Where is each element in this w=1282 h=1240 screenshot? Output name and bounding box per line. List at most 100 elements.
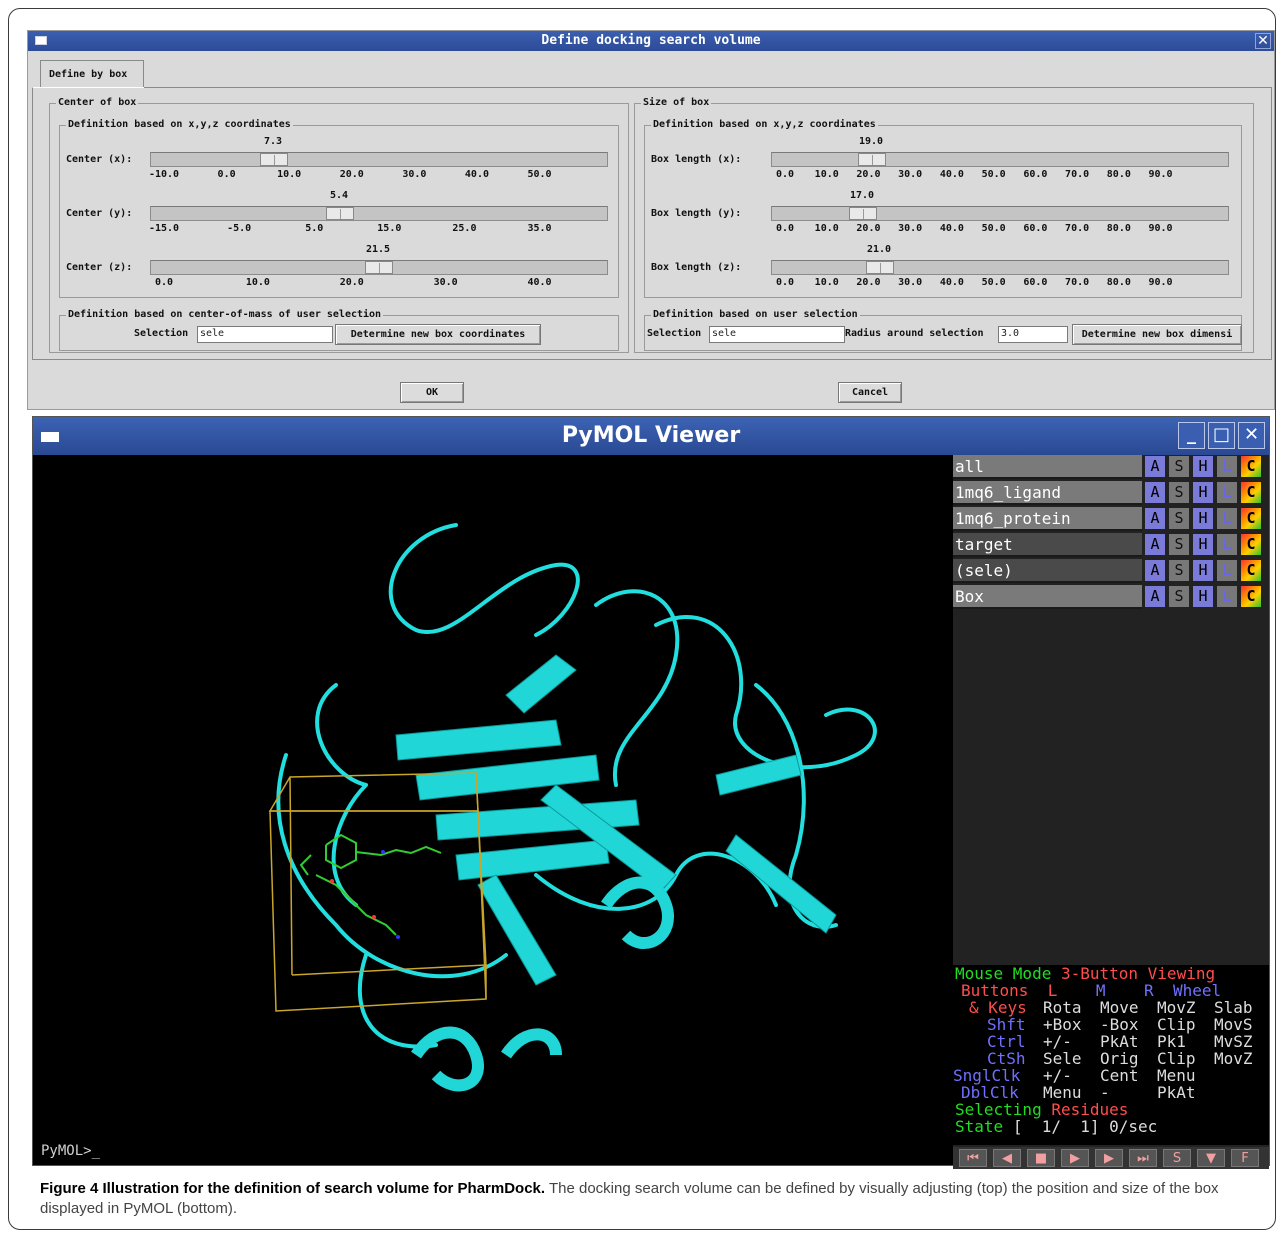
- slider-tick-label: 20.0: [339, 169, 364, 180]
- end-icon[interactable]: ⏭: [1129, 1149, 1157, 1167]
- action-button[interactable]: A: [1145, 482, 1165, 503]
- slider-thumb[interactable]: [866, 261, 894, 274]
- slider-tick-label: 10.0: [277, 169, 302, 180]
- slider-tick-label: 60.0: [1023, 169, 1048, 180]
- slider-tick-label: 10.0: [814, 277, 839, 288]
- show-button[interactable]: S: [1169, 482, 1189, 503]
- slider-trough[interactable]: [150, 260, 608, 275]
- dialog-titlebar[interactable]: Define docking search volume ✕: [28, 31, 1274, 51]
- slider-tick-label: 70.0: [1065, 223, 1090, 234]
- mouse-key-label: & Keys: [969, 998, 1027, 1017]
- object-row[interactable]: target A S H L C: [953, 533, 1269, 557]
- object-name[interactable]: 1mq6_protein: [953, 507, 1142, 531]
- maximize-icon[interactable]: □: [1208, 422, 1235, 449]
- action-button[interactable]: A: [1145, 508, 1165, 529]
- action-button[interactable]: A: [1145, 586, 1165, 607]
- molecular-viewport[interactable]: PyMOL>_: [36, 455, 953, 1165]
- color-button[interactable]: C: [1241, 456, 1261, 477]
- label-button[interactable]: L: [1217, 586, 1237, 607]
- menu-down-icon[interactable]: ▼: [1197, 1149, 1225, 1167]
- show-button[interactable]: S: [1169, 534, 1189, 555]
- label-button[interactable]: L: [1217, 534, 1237, 555]
- fullscreen-button[interactable]: F: [1231, 1149, 1259, 1167]
- slider-label: Center (z):: [66, 262, 133, 273]
- mouse-binding: -Box: [1100, 1015, 1139, 1034]
- stop-icon[interactable]: ■: [1027, 1149, 1055, 1167]
- object-row[interactable]: 1mq6_protein A S H L C: [953, 507, 1269, 531]
- show-button[interactable]: S: [1169, 508, 1189, 529]
- show-button[interactable]: S: [1169, 560, 1189, 581]
- slider-tick-label: 90.0: [1148, 169, 1173, 180]
- object-name[interactable]: target: [953, 533, 1142, 557]
- radius-input[interactable]: 3.0: [998, 326, 1068, 343]
- color-button[interactable]: C: [1241, 534, 1261, 555]
- show-button[interactable]: S: [1169, 586, 1189, 607]
- object-name[interactable]: Box: [953, 585, 1142, 609]
- mouse-binding: Pk1: [1157, 1032, 1186, 1051]
- slider-trough[interactable]: [150, 152, 608, 167]
- slider-thumb[interactable]: [260, 153, 288, 166]
- tab-define-by-box[interactable]: Define by box: [40, 60, 144, 87]
- action-button[interactable]: A: [1145, 560, 1165, 581]
- slider-thumb[interactable]: [849, 207, 877, 220]
- close-icon[interactable]: ✕: [1255, 33, 1271, 49]
- color-button[interactable]: C: [1241, 560, 1261, 581]
- cancel-button[interactable]: Cancel: [838, 382, 902, 403]
- protein-cartoon: [268, 523, 877, 1092]
- ok-button[interactable]: OK: [400, 382, 464, 403]
- play-icon[interactable]: ▶: [1061, 1149, 1089, 1167]
- hide-button[interactable]: H: [1193, 456, 1213, 477]
- center-selection-input[interactable]: sele: [197, 326, 333, 343]
- action-button[interactable]: A: [1145, 456, 1165, 477]
- slider-trough[interactable]: [771, 152, 1229, 167]
- label-button[interactable]: L: [1217, 508, 1237, 529]
- slider-thumb[interactable]: [365, 261, 393, 274]
- playback-bar: ⏮ ◀ ■ ▶ ▶ ⏭ S ▼ F: [953, 1147, 1269, 1169]
- hide-button[interactable]: H: [1193, 586, 1213, 607]
- slider-trough[interactable]: [771, 260, 1229, 275]
- object-row[interactable]: all A S H L C: [953, 455, 1269, 479]
- hide-button[interactable]: H: [1193, 560, 1213, 581]
- mouse-binding: MvSZ: [1214, 1032, 1253, 1051]
- close-icon[interactable]: ✕: [1238, 422, 1265, 449]
- slider-tick-label: 0.0: [775, 223, 795, 234]
- slider-thumb[interactable]: [326, 207, 354, 220]
- color-button[interactable]: C: [1241, 482, 1261, 503]
- hide-button[interactable]: H: [1193, 508, 1213, 529]
- hide-button[interactable]: H: [1193, 482, 1213, 503]
- determine-box-dimensions-button[interactable]: Determine new box dimensi: [1072, 324, 1242, 345]
- scene-button[interactable]: S: [1163, 1149, 1191, 1167]
- label-button[interactable]: L: [1217, 560, 1237, 581]
- size-selection-label: Selection: [647, 328, 702, 339]
- slider-trough[interactable]: [771, 206, 1229, 221]
- object-name[interactable]: all: [953, 455, 1142, 479]
- forward-icon[interactable]: ▶: [1095, 1149, 1123, 1167]
- rewind-icon[interactable]: ⏮: [959, 1149, 987, 1167]
- label-button[interactable]: L: [1217, 482, 1237, 503]
- size-selection-input[interactable]: sele: [709, 326, 845, 343]
- color-button[interactable]: C: [1241, 508, 1261, 529]
- hide-button[interactable]: H: [1193, 534, 1213, 555]
- show-button[interactable]: S: [1169, 456, 1189, 477]
- label-button[interactable]: L: [1217, 456, 1237, 477]
- slider-trough[interactable]: [150, 206, 608, 221]
- mouse-binding: Sele: [1043, 1049, 1082, 1068]
- minimize-icon[interactable]: _: [1178, 422, 1205, 449]
- command-prompt[interactable]: PyMOL>_: [41, 1143, 100, 1159]
- determine-box-coordinates-button[interactable]: Determine new box coordinates: [335, 324, 541, 345]
- action-button[interactable]: A: [1145, 534, 1165, 555]
- object-name[interactable]: (sele): [953, 559, 1142, 583]
- object-row[interactable]: Box A S H L C: [953, 585, 1269, 609]
- center-coords-legend: Definition based on x,y,z coordinates: [66, 119, 293, 131]
- slider-tick-label: 60.0: [1023, 223, 1048, 234]
- object-row[interactable]: (sele) A S H L C: [953, 559, 1269, 583]
- back-icon[interactable]: ◀: [993, 1149, 1021, 1167]
- mouse-binding: MovZ: [1157, 998, 1196, 1017]
- slider-tick-label: 15.0: [377, 223, 402, 234]
- object-row[interactable]: 1mq6_ligand A S H L C: [953, 481, 1269, 505]
- slider-label: Center (y):: [66, 208, 133, 219]
- pymol-titlebar[interactable]: PyMOL Viewer _ □ ✕: [33, 417, 1269, 455]
- object-name[interactable]: 1mq6_ligand: [953, 481, 1142, 505]
- slider-thumb[interactable]: [858, 153, 886, 166]
- color-button[interactable]: C: [1241, 586, 1261, 607]
